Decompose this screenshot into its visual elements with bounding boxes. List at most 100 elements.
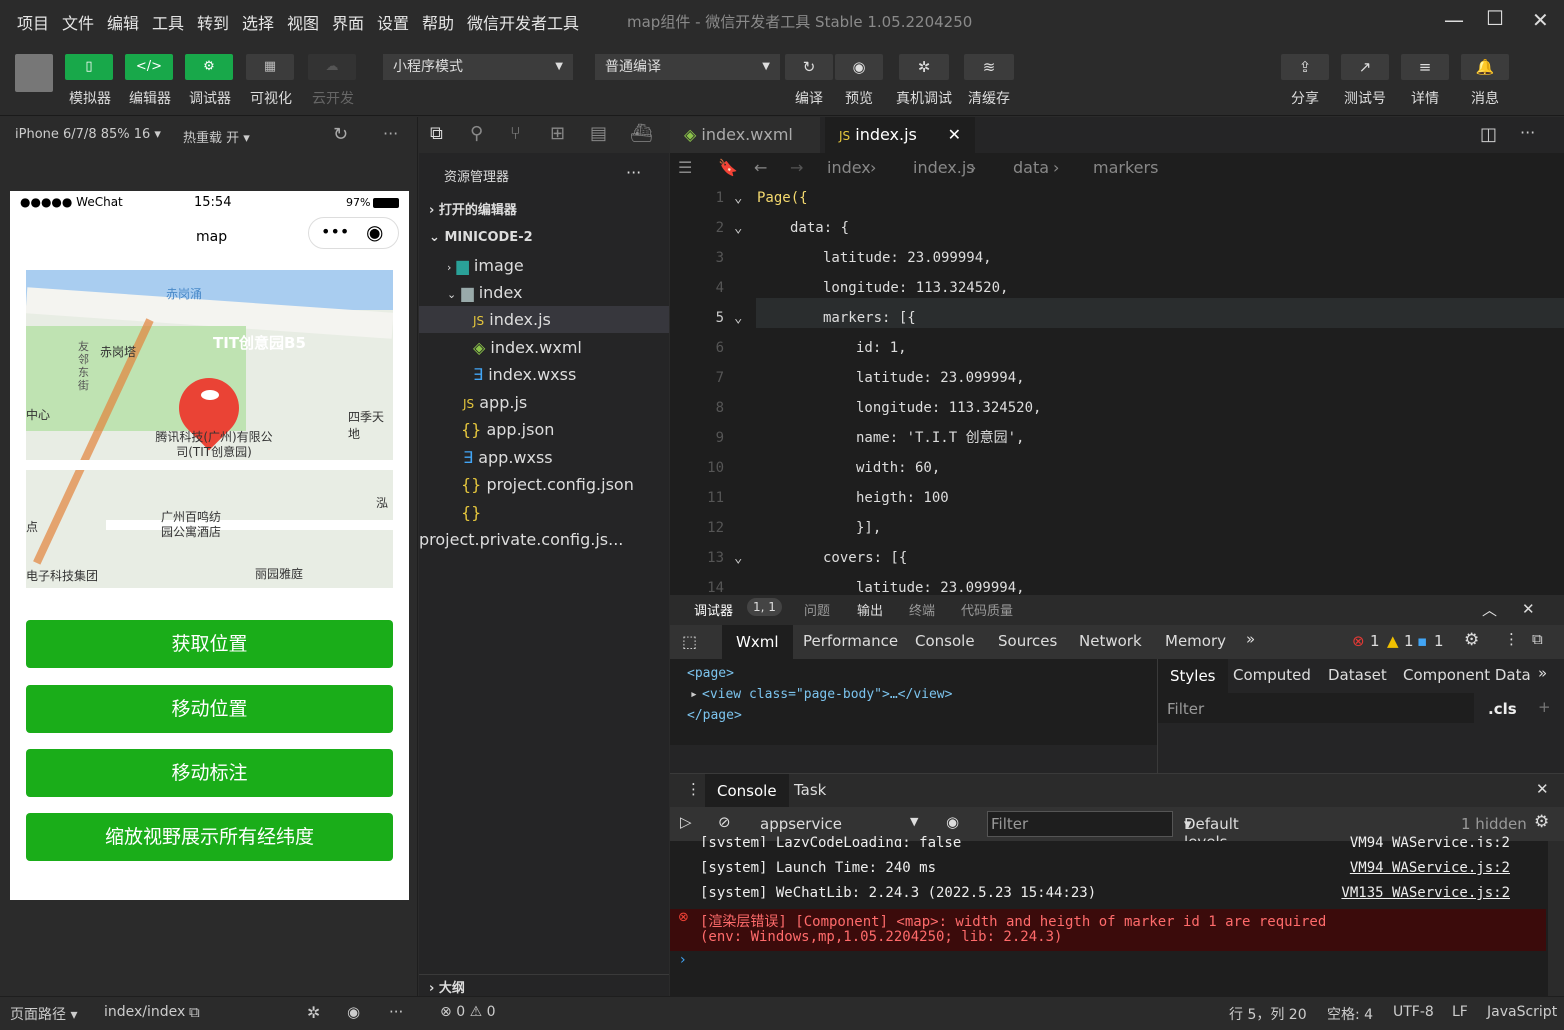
menu-view[interactable]: 视图 bbox=[287, 10, 319, 34]
real-debug-button[interactable]: ✲ bbox=[899, 54, 949, 80]
tree-item-index-js[interactable]: JS index.js bbox=[419, 306, 669, 333]
code-line[interactable]: 7 latitude: 23.099994, bbox=[670, 363, 1564, 393]
fold-chevron-icon[interactable]: ⌄ bbox=[734, 303, 742, 333]
code-line[interactable]: 6 id: 1, bbox=[670, 333, 1564, 363]
tree-item-project-config[interactable]: {} project.config.json bbox=[419, 471, 669, 498]
fold-chevron-icon[interactable]: ⌄ bbox=[734, 213, 742, 243]
context-select[interactable]: appservice bbox=[760, 815, 842, 833]
fold-chevron-icon[interactable]: ⌄ bbox=[734, 183, 742, 213]
tab-sources[interactable]: Sources bbox=[998, 632, 1057, 650]
mode-select[interactable]: 小程序模式 ▼ bbox=[383, 54, 573, 80]
language-mode[interactable]: JavaScript bbox=[1487, 1004, 1557, 1020]
expand-icon[interactable]: ▸ bbox=[690, 687, 698, 702]
code-line[interactable]: 9 name: 'T.I.T 创意园', bbox=[670, 423, 1564, 453]
problems-indicator[interactable]: ⊗ 0 ⚠ 0 bbox=[440, 1004, 496, 1020]
test-id-button[interactable]: ↗ bbox=[1341, 54, 1389, 80]
tree-item-index-wxml[interactable]: ◈ index.wxml bbox=[419, 334, 669, 361]
code-line[interactable]: 8 longitude: 113.324520, bbox=[670, 393, 1564, 423]
bookmark-icon[interactable]: 🔖 bbox=[718, 153, 738, 183]
menu-settings[interactable]: 设置 bbox=[377, 10, 409, 34]
debugger-button[interactable]: ⚙ bbox=[185, 54, 233, 80]
more-icon[interactable]: ··· bbox=[626, 163, 641, 182]
menu-interface[interactable]: 界面 bbox=[332, 10, 364, 34]
tab-network[interactable]: Network bbox=[1079, 632, 1142, 650]
files-icon[interactable]: ⧉ bbox=[430, 123, 443, 144]
console-filter-input[interactable]: Filter bbox=[991, 815, 1028, 833]
eol[interactable]: LF bbox=[1452, 1004, 1468, 1020]
close-icon[interactable]: ✕ bbox=[1536, 780, 1549, 798]
tab-styles[interactable]: Styles bbox=[1158, 659, 1228, 693]
levels-select[interactable]: Default levels ▾ bbox=[1184, 815, 1239, 851]
code-line[interactable]: 4 longitude: 113.324520, bbox=[670, 273, 1564, 303]
bug-icon[interactable]: ✲ bbox=[307, 1003, 320, 1022]
tab-memory[interactable]: Memory bbox=[1165, 632, 1226, 650]
menu-wechat-devtools[interactable]: 微信开发者工具 bbox=[467, 10, 579, 34]
move-location-button[interactable]: 移动位置 bbox=[26, 685, 393, 733]
back-icon[interactable]: ← bbox=[754, 153, 767, 183]
breadcrumb-item[interactable]: index bbox=[827, 153, 871, 183]
tab-dataset[interactable]: Dataset bbox=[1328, 666, 1387, 684]
compile-button[interactable]: ↻ bbox=[785, 54, 833, 80]
breadcrumb-item[interactable]: data bbox=[1013, 153, 1049, 183]
tab-output[interactable]: 输出 bbox=[857, 600, 883, 619]
close-icon[interactable]: ✕ bbox=[1532, 8, 1549, 32]
editor-button[interactable]: </> bbox=[125, 54, 173, 80]
tree-item-image[interactable]: › ▆ image bbox=[419, 252, 669, 279]
code-line[interactable]: 2 ⌄ data: { bbox=[670, 213, 1564, 243]
extensions-icon[interactable]: ⊞ bbox=[550, 123, 565, 144]
sidebar-toggle-icon[interactable]: ▷ bbox=[680, 813, 692, 831]
tab-debugger[interactable]: 调试器 bbox=[694, 600, 733, 619]
menu-file[interactable]: 文件 bbox=[62, 10, 94, 34]
close-miniprogram-icon[interactable]: ◉ bbox=[366, 220, 383, 244]
more-icon[interactable]: ··· bbox=[1520, 123, 1535, 142]
eye-icon[interactable]: ◉ bbox=[946, 813, 959, 831]
info-count[interactable]: 1 bbox=[1434, 632, 1444, 650]
get-location-button[interactable]: 获取位置 bbox=[26, 620, 393, 668]
fold-chevron-icon[interactable]: ⌄ bbox=[734, 543, 742, 573]
more-icon[interactable]: ··· bbox=[389, 1003, 403, 1021]
menu-help[interactable]: 帮助 bbox=[422, 10, 454, 34]
list-icon[interactable]: ☰ bbox=[678, 153, 692, 183]
code-line[interactable]: 10 width: 60, bbox=[670, 453, 1564, 483]
details-button[interactable]: ≡ bbox=[1401, 54, 1449, 80]
tree-item-project-private-config[interactable]: {} project.private.config.js... bbox=[419, 499, 669, 549]
clear-cache-button[interactable]: ≋ bbox=[964, 54, 1014, 80]
messages-button[interactable]: 🔔 bbox=[1461, 54, 1509, 80]
avatar[interactable] bbox=[15, 54, 53, 92]
simulator-button[interactable]: ▯ bbox=[65, 54, 113, 80]
chevron-up-icon[interactable]: ︿ bbox=[1482, 599, 1497, 620]
log-source-link[interactable]: VM94 WAService.js:2 bbox=[1350, 835, 1510, 847]
code-line[interactable]: 12}], bbox=[670, 513, 1564, 543]
add-rule-icon[interactable]: + bbox=[1538, 698, 1551, 716]
wxml-node[interactable]: <page> bbox=[687, 666, 734, 681]
tab-problems[interactable]: 问题 bbox=[804, 600, 830, 619]
code-line[interactable]: 11 heigth: 100 bbox=[670, 483, 1564, 513]
inspect-icon[interactable]: ⬚ bbox=[682, 632, 697, 651]
storage-icon[interactable]: ▤ bbox=[590, 123, 607, 144]
wxml-node[interactable]: </page> bbox=[687, 708, 742, 723]
breadcrumb-item[interactable]: index.js bbox=[913, 153, 975, 183]
menu-edit[interactable]: 编辑 bbox=[107, 10, 139, 34]
share-button[interactable]: ⇪ bbox=[1281, 54, 1329, 80]
menu-select[interactable]: 选择 bbox=[242, 10, 274, 34]
wxml-node[interactable]: <view class="page-body">…</view> bbox=[702, 687, 952, 702]
close-icon[interactable]: ✕ bbox=[1522, 600, 1535, 618]
eye-icon[interactable]: ◉ bbox=[347, 1003, 360, 1021]
tab-computed[interactable]: Computed bbox=[1233, 666, 1311, 684]
kebab-icon[interactable]: ⋮ bbox=[1504, 630, 1519, 648]
scrollbar[interactable] bbox=[1548, 841, 1564, 996]
kebab-icon[interactable]: ⋮ bbox=[686, 780, 701, 798]
docker-icon[interactable]: ⛴ bbox=[630, 123, 653, 144]
tree-item-app-json[interactable]: {} app.json bbox=[419, 416, 669, 443]
preview-button[interactable]: ◉ bbox=[835, 54, 883, 80]
clear-console-icon[interactable]: ⊘ bbox=[718, 813, 731, 831]
log-source-link[interactable]: VM135 WAService.js:2 bbox=[1341, 885, 1510, 901]
wxml-tree[interactable]: <page> ▸ <view class="page-body">…</view… bbox=[670, 659, 1157, 745]
open-editors-section[interactable]: › 打开的编辑器 bbox=[419, 197, 669, 224]
device-select[interactable]: iPhone 6/7/8 85% 16 ▾ bbox=[15, 127, 161, 142]
menu-goto[interactable]: 转到 bbox=[197, 10, 229, 34]
tab-task[interactable]: Task bbox=[794, 781, 826, 799]
project-section[interactable]: ⌄ MINICODE-2 bbox=[419, 224, 669, 251]
code-line[interactable]: 1 ⌄ Page({ bbox=[670, 183, 1564, 213]
tree-item-app-wxss[interactable]: ∃ app.wxss bbox=[419, 444, 669, 471]
